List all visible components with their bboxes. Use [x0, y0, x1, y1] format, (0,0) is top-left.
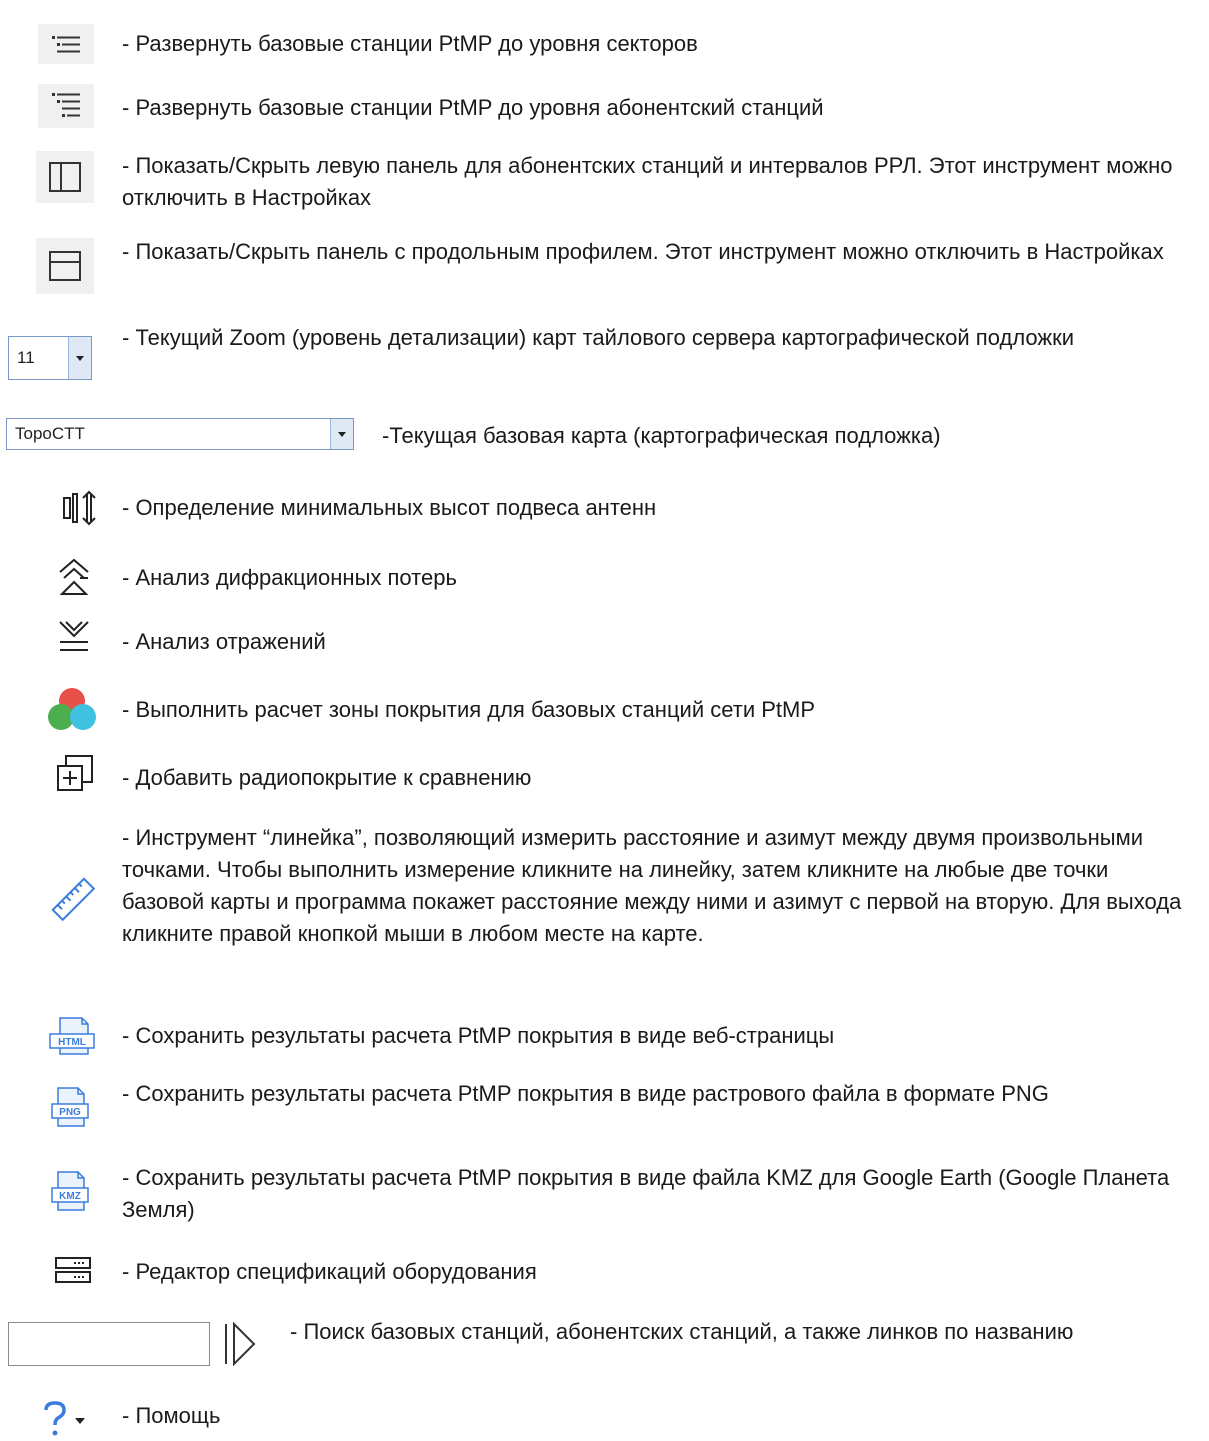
reflection-icon[interactable]	[54, 616, 94, 656]
diffraction-description: - Анализ дифракционных потерь	[122, 565, 457, 590]
antenna-height-icon[interactable]	[60, 488, 100, 528]
basemap-select[interactable]: TopoCTT	[6, 418, 354, 450]
coverage-description: - Выполнить расчет зоны покрытия для баз…	[122, 697, 815, 722]
chevron-down-icon[interactable]	[68, 337, 91, 379]
help-icon[interactable]	[40, 1400, 92, 1438]
ruler-icon[interactable]	[50, 876, 98, 924]
expand-subscribers-icon[interactable]	[38, 84, 94, 128]
help-description: - Помощь	[122, 1403, 221, 1428]
png-file-icon[interactable]: PNG	[48, 1086, 94, 1128]
equipment-editor-icon[interactable]	[52, 1252, 94, 1288]
html-save-description: - Сохранить результаты расчета PtMP покр…	[122, 1023, 835, 1048]
coverage-icon[interactable]	[46, 684, 98, 734]
chevron-down-icon[interactable]	[330, 419, 353, 449]
left-panel-description: - Показать/Скрыть левую панель для абоне…	[122, 153, 1173, 210]
antenna-height-description: - Определение минимальных высот подвеса …	[122, 495, 657, 520]
zoom-select[interactable]: 11	[8, 336, 92, 380]
png-file-label: PNG	[59, 1107, 81, 1118]
html-file-label: HTML	[58, 1037, 86, 1048]
diffraction-icon[interactable]	[54, 556, 94, 596]
left-panel-icon[interactable]	[36, 151, 94, 203]
expand-subscribers-description: - Развернуть базовые станции PtMP до уро…	[122, 95, 824, 120]
add-compare-icon[interactable]	[54, 752, 96, 796]
basemap-description: -Текущая базовая карта (картографическая…	[382, 423, 941, 448]
kmz-save-description: - Сохранить результаты расчета PtMP покр…	[122, 1165, 1170, 1222]
reflection-description: - Анализ отражений	[122, 629, 326, 654]
png-save-description: - Сохранить результаты расчета PtMP покр…	[122, 1081, 1049, 1106]
kmz-file-label: KMZ	[59, 1191, 81, 1202]
zoom-description: - Текущий Zoom (уровень детализации) кар…	[122, 325, 1075, 350]
profile-panel-description: - Показать/Скрыть панель с продольным пр…	[122, 239, 1164, 264]
search-input[interactable]	[8, 1322, 210, 1366]
expand-sectors-description: - Развернуть базовые станции PtMP до уро…	[122, 31, 698, 56]
profile-panel-icon[interactable]	[36, 238, 94, 294]
search-go-icon[interactable]	[220, 1318, 260, 1370]
html-file-icon[interactable]: HTML	[48, 1016, 98, 1056]
kmz-file-icon[interactable]: KMZ	[48, 1170, 94, 1212]
search-description: - Поиск базовых станций, абонентских ста…	[290, 1319, 1074, 1344]
add-compare-description: - Добавить радиопокрытие к сравнению	[122, 765, 532, 790]
ruler-description: - Инструмент “линейка”, позволяющий изме…	[122, 825, 1182, 946]
zoom-value: 11	[17, 348, 35, 367]
equipment-editor-description: - Редактор спецификаций оборудования	[122, 1259, 537, 1284]
basemap-value: TopoCTT	[15, 424, 85, 443]
expand-sectors-icon[interactable]	[38, 24, 94, 64]
